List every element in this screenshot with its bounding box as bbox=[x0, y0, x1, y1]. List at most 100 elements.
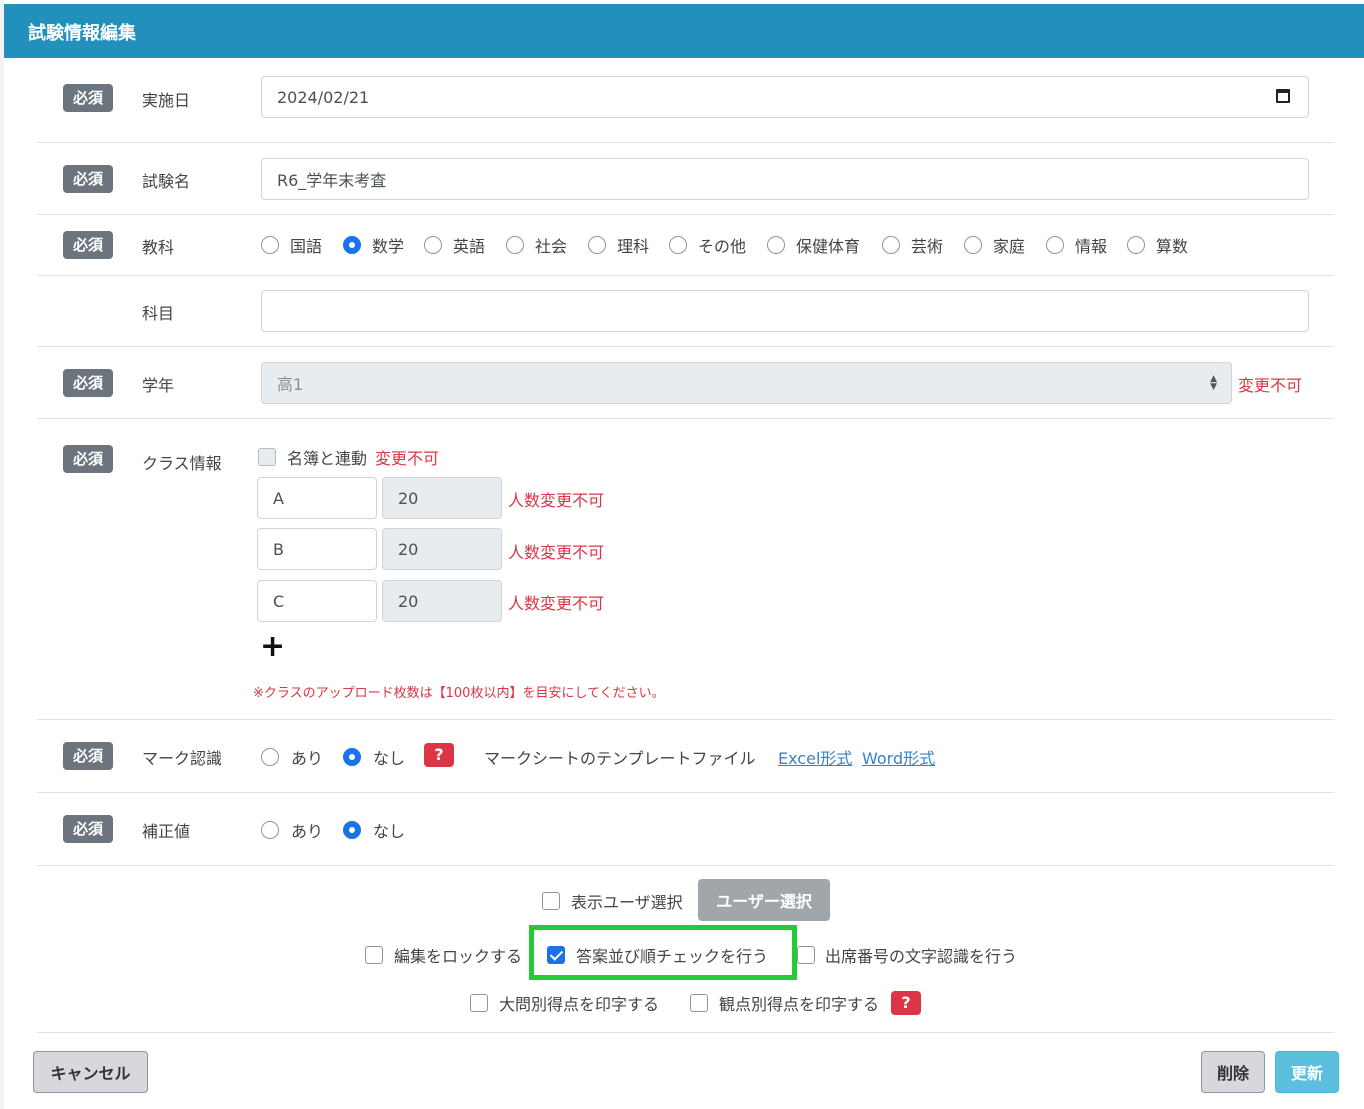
divider bbox=[37, 792, 1334, 793]
cancel-button[interactable]: キャンセル bbox=[33, 1051, 148, 1093]
mark-recognition-no-radio[interactable] bbox=[343, 748, 361, 766]
modal-header: 試験情報編集 bbox=[4, 4, 1364, 58]
class-count-value: 20 bbox=[398, 488, 419, 508]
print-viewpoint-checkbox[interactable] bbox=[690, 994, 708, 1012]
word-template-link[interactable]: Word形式 bbox=[862, 745, 935, 769]
subject-radio-kokugo[interactable] bbox=[261, 236, 279, 254]
roster-link-label: 名簿と連動 bbox=[287, 449, 368, 468]
divider bbox=[37, 1032, 1334, 1033]
roster-link-note: 変更不可 bbox=[375, 449, 440, 468]
subject-option-label: その他 bbox=[698, 237, 747, 256]
lock-edit-label: 編集をロックする bbox=[394, 947, 523, 966]
course-label: 科目 bbox=[142, 304, 175, 323]
required-badge: 必須 bbox=[63, 84, 113, 112]
excel-template-link[interactable]: Excel形式 bbox=[778, 745, 852, 769]
exam-name-label: 試験名 bbox=[142, 172, 191, 191]
subject-radio-rika[interactable] bbox=[588, 236, 606, 254]
divider bbox=[37, 865, 1334, 866]
class-count-note: 人数変更不可 bbox=[508, 594, 605, 613]
class-count-note: 人数変更不可 bbox=[508, 491, 605, 510]
template-file-text: マークシートのテンプレートファイル bbox=[484, 749, 756, 768]
grade-select[interactable]: 高1 ▲ ▼ bbox=[261, 362, 1232, 404]
divider bbox=[37, 719, 1334, 720]
subject-option-label: 保健体育 bbox=[796, 237, 861, 256]
update-button[interactable]: 更新 bbox=[1275, 1051, 1339, 1093]
required-badge: 必須 bbox=[63, 231, 113, 259]
divider bbox=[37, 346, 1334, 347]
divider bbox=[37, 214, 1334, 215]
class-count-input: 20 bbox=[382, 477, 502, 519]
modal-title: 試験情報編集 bbox=[28, 23, 136, 44]
correction-no-label: なし bbox=[373, 822, 406, 841]
subject-radio-geijutsu[interactable] bbox=[882, 236, 900, 254]
date-value: 2024/02/21 bbox=[277, 87, 370, 107]
grade-label: 学年 bbox=[142, 376, 175, 395]
required-badge: 必須 bbox=[63, 815, 113, 843]
course-input[interactable] bbox=[261, 290, 1309, 332]
user-select-button[interactable]: ユーザー選択 bbox=[698, 879, 830, 921]
roster-link-checkbox[interactable] bbox=[258, 448, 276, 466]
answer-order-label: 答案並び順チェックを行う bbox=[576, 947, 769, 966]
subject-radio-sansu[interactable] bbox=[1127, 236, 1145, 254]
required-badge: 必須 bbox=[63, 369, 113, 397]
user-select-checkbox[interactable] bbox=[542, 892, 560, 910]
subject-radio-sonota[interactable] bbox=[669, 236, 687, 254]
class-count-value: 20 bbox=[398, 591, 419, 611]
correction-yes-label: あり bbox=[291, 822, 324, 841]
answer-order-checkbox[interactable] bbox=[547, 946, 565, 964]
grade-locked-note: 変更不可 bbox=[1238, 376, 1303, 395]
required-badge: 必須 bbox=[63, 445, 113, 473]
print-big-question-label: 大問別得点を印字する bbox=[499, 995, 660, 1014]
subject-radio-sugaku[interactable] bbox=[343, 236, 361, 254]
divider bbox=[37, 142, 1334, 143]
subject-option-label: 数学 bbox=[372, 237, 405, 256]
correction-no-radio[interactable] bbox=[343, 821, 361, 839]
class-name-input[interactable]: A bbox=[257, 477, 377, 519]
class-name-value: B bbox=[273, 539, 284, 559]
subject-radio-katei[interactable] bbox=[964, 236, 982, 254]
subject-option-label: 英語 bbox=[453, 237, 486, 256]
print-big-question-checkbox[interactable] bbox=[470, 994, 488, 1012]
mark-recognition-label: マーク認識 bbox=[142, 749, 223, 768]
required-badge: 必須 bbox=[63, 165, 113, 193]
subject-radio-shakai[interactable] bbox=[506, 236, 524, 254]
attendance-ocr-checkbox[interactable] bbox=[797, 946, 815, 964]
date-label: 実施日 bbox=[142, 91, 191, 110]
subject-radio-hoken[interactable] bbox=[767, 236, 785, 254]
grade-value: 高1 bbox=[277, 375, 304, 394]
page-left-edge bbox=[0, 0, 4, 1109]
lock-edit-checkbox[interactable] bbox=[365, 946, 383, 964]
class-upload-notice: ※クラスのアップロード枚数は【100枚以内】を目安にしてください。 bbox=[253, 686, 665, 701]
class-name-value: C bbox=[273, 591, 285, 611]
help-icon[interactable]: ? bbox=[891, 991, 921, 1015]
delete-button[interactable]: 削除 bbox=[1201, 1051, 1265, 1093]
plus-icon[interactable]: + bbox=[260, 632, 285, 662]
mark-recognition-yes-radio[interactable] bbox=[261, 748, 279, 766]
subject-option-label: 社会 bbox=[535, 237, 568, 256]
select-arrows-icon: ▲ ▼ bbox=[1210, 374, 1217, 392]
class-count-note: 人数変更不可 bbox=[508, 543, 605, 562]
mark-recognition-no-label: なし bbox=[373, 749, 406, 768]
date-input[interactable]: 2024/02/21 bbox=[261, 76, 1309, 118]
help-icon[interactable]: ? bbox=[424, 743, 454, 767]
divider bbox=[37, 418, 1334, 419]
print-viewpoint-label: 観点別得点を印字する bbox=[719, 995, 880, 1014]
calendar-icon[interactable] bbox=[1276, 89, 1290, 103]
subject-radio-joho[interactable] bbox=[1046, 236, 1064, 254]
correction-label: 補正値 bbox=[142, 822, 191, 841]
class-count-input: 20 bbox=[382, 580, 502, 622]
subject-option-label: 理科 bbox=[617, 237, 650, 256]
class-count-input: 20 bbox=[382, 528, 502, 570]
subject-radio-eigo[interactable] bbox=[424, 236, 442, 254]
class-info-label: クラス情報 bbox=[142, 454, 222, 473]
mark-recognition-yes-label: あり bbox=[291, 749, 324, 768]
subject-option-label: 家庭 bbox=[993, 237, 1026, 256]
class-count-value: 20 bbox=[398, 539, 419, 559]
subject-label: 教科 bbox=[142, 238, 175, 257]
subject-option-label: 情報 bbox=[1075, 237, 1108, 256]
class-name-input[interactable]: B bbox=[257, 528, 377, 570]
class-name-input[interactable]: C bbox=[257, 580, 377, 622]
user-select-label: 表示ユーザ選択 bbox=[571, 893, 683, 912]
exam-name-input[interactable]: R6_学年末考査 bbox=[261, 158, 1309, 200]
correction-yes-radio[interactable] bbox=[261, 821, 279, 839]
